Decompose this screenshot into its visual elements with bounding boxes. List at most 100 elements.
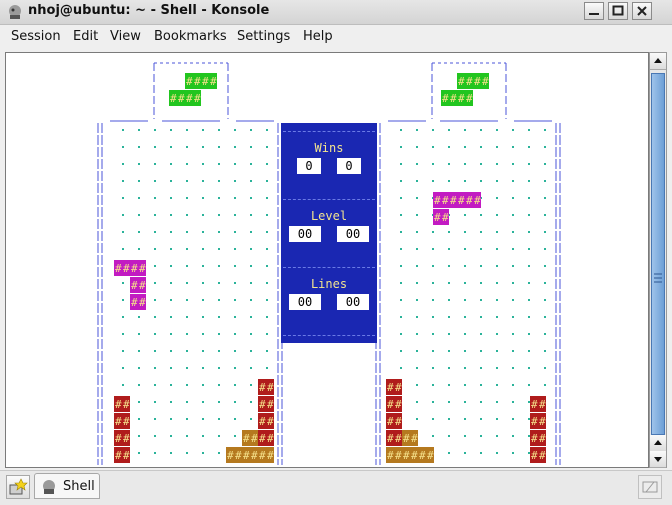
grid-dot [464,367,466,369]
grid-dot [544,248,546,250]
grid-dot [416,401,418,403]
menu-settings[interactable]: Settings [237,29,290,44]
window-title: nhoj@ubuntu: ~ - Shell - Konsole [28,3,270,18]
block-glyph: # [227,449,234,462]
grid-dot [186,333,188,335]
grid-dot [512,129,514,131]
grid-dot [544,146,546,148]
grid-dot [218,265,220,267]
close-button[interactable] [632,2,652,20]
tetris-block: # # # # [169,90,201,106]
block-glyph: # [139,296,146,309]
block-glyph: # [235,449,242,462]
grid-dot [528,435,530,437]
grid-dot [202,248,204,250]
menu-bookmarks[interactable]: Bookmarks [154,29,227,44]
grid-dot [170,248,172,250]
tetris-block: # # # # [114,260,146,276]
tetris-block: ## [130,294,146,310]
scrollbar-thumb[interactable] [651,73,665,435]
block-glyph: # [186,92,193,105]
grid-dot [528,452,530,454]
grid-dot [186,435,188,437]
grid-dot [496,214,498,216]
block-glyph: # [259,398,266,411]
menu-session[interactable]: Session [11,29,61,44]
grid-dot [528,180,530,182]
grid-dot [122,316,124,318]
panel-divider [283,199,375,200]
grid-dot [154,214,156,216]
minimize-button[interactable] [584,2,604,20]
terminal-view[interactable]: # # # # # # # # # # # # # # # # # # # # # # # # # # # # # # # # # # # # # # # #… [5,52,649,468]
scroll-up-button[interactable] [650,53,666,70]
grid-dot [234,299,236,301]
wins-label: Wins [314,141,344,155]
block-glyph: # [178,92,185,105]
grid-dot [480,435,482,437]
grid-dot [218,350,220,352]
grid-dot [202,350,204,352]
title-bar[interactable]: nhoj@ubuntu: ~ - Shell - Konsole [0,0,672,25]
grid-dot [202,435,204,437]
grid-dot [400,214,402,216]
tab-shell[interactable]: Shell [34,473,100,499]
tetris-block: ## [386,379,402,395]
grid-dot [400,231,402,233]
grid-dot [186,418,188,420]
block-glyph: # [531,449,538,462]
menu-edit[interactable]: Edit [73,29,98,44]
grid-dot [234,265,236,267]
block-glyph: # [387,398,394,411]
grid-dot [528,333,530,335]
grid-dot [464,146,466,148]
grid-dot [416,316,418,318]
grid-dot [154,299,156,301]
scroll-down-button[interactable] [650,451,666,468]
block-glyph: # [419,449,426,462]
grid-dot [464,401,466,403]
grid-dot [250,146,252,148]
grid-dot [154,163,156,165]
grid-dot [170,180,172,182]
grid-dot [122,248,124,250]
tetris-block: # # # # [441,90,473,106]
block-glyph: # [123,398,130,411]
block-glyph: # [251,449,258,462]
grid-dot [480,384,482,386]
scroll-up-button-lower[interactable] [650,435,666,452]
grid-dot [138,129,140,131]
maximize-button[interactable] [608,2,628,20]
grid-dot [202,282,204,284]
block-glyph: # [482,75,489,88]
block-glyph: # [243,432,250,445]
grid-dot [218,214,220,216]
terminal-scrollbar[interactable] [649,52,667,468]
grid-dot [202,214,204,216]
grid-dot [528,299,530,301]
grid-dot [186,299,188,301]
grid-dot [448,384,450,386]
grid-dot [138,146,140,148]
tetris-block: ## [386,430,402,446]
tetris-block: # # # # # # [433,192,481,208]
grid-dot [448,418,450,420]
close-tab-button[interactable] [638,475,662,499]
tetris-block: ## [258,413,274,429]
grid-dot [218,333,220,335]
grid-dot [266,282,268,284]
menu-view[interactable]: View [110,29,141,44]
grid-dot [544,282,546,284]
grid-dot [154,248,156,250]
block-glyph: # [267,449,274,462]
scroll-up-icon [654,58,662,63]
tetris-block: # # # # # # [226,447,274,463]
grid-dot [186,452,188,454]
new-tab-button[interactable] [6,475,30,499]
menu-help[interactable]: Help [303,29,333,44]
block-glyph: # [474,75,481,88]
lines-right-value: 00 [337,294,369,310]
block-glyph: # [259,432,266,445]
panel-divider [283,267,375,268]
level-right-value: 00 [337,226,369,242]
